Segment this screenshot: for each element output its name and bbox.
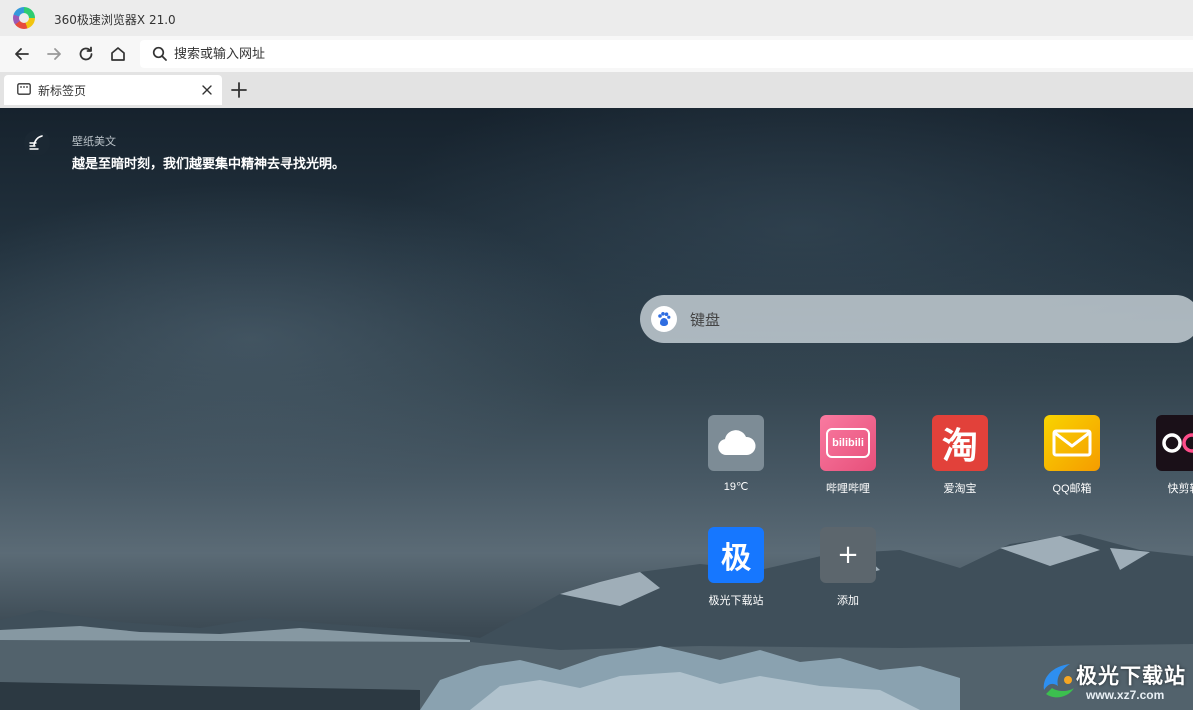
address-bar[interactable] bbox=[140, 40, 1193, 68]
navigation-bar bbox=[0, 36, 1193, 72]
add-glyph: + bbox=[837, 540, 859, 570]
new-tab-button[interactable] bbox=[230, 81, 248, 99]
browser-logo-icon bbox=[13, 7, 35, 29]
new-tab-page: 壁纸美文 越是至暗时刻，我们越要集中精神去寻找光明。 19℃ bilibili … bbox=[0, 108, 1193, 710]
page-search-box[interactable] bbox=[640, 295, 1193, 343]
wallpaper-quote-text: 越是至暗时刻，我们越要集中精神去寻找光明。 bbox=[72, 157, 346, 172]
page-search-input[interactable] bbox=[690, 309, 1170, 331]
cloud-icon bbox=[708, 415, 764, 471]
quill-icon bbox=[29, 135, 43, 150]
back-button[interactable] bbox=[10, 42, 34, 66]
jiguang-icon: 极 bbox=[708, 527, 764, 583]
kuaijianji-icon bbox=[1156, 415, 1193, 471]
taobao-icon: 淘 bbox=[932, 415, 988, 471]
tile-weather[interactable]: 19℃ bbox=[696, 415, 776, 505]
tile-kuaijianji[interactable]: 快剪辑 bbox=[1144, 415, 1193, 505]
mail-icon bbox=[1044, 415, 1100, 471]
tile-label: 快剪辑 bbox=[1167, 483, 1193, 495]
search-icon bbox=[152, 46, 167, 61]
tab-new-tab[interactable]: 新标签页 bbox=[4, 75, 222, 105]
wallpaper-landscape bbox=[0, 534, 1193, 710]
tab-label: 新标签页 bbox=[38, 84, 87, 98]
tile-add[interactable]: + 添加 bbox=[808, 527, 888, 617]
tile-qq-mail[interactable]: QQ邮箱 bbox=[1032, 415, 1112, 505]
tile-label: 哔哩哔哩 bbox=[826, 483, 870, 495]
tile-jiguang[interactable]: 极 极光下载站 bbox=[696, 527, 776, 617]
jiguang-glyph: 极 bbox=[721, 541, 751, 576]
watermark-url: www.xz7.com bbox=[1086, 688, 1165, 702]
watermark-logo-icon bbox=[1043, 664, 1074, 698]
title-bar: 360极速浏览器X 21.0 bbox=[0, 0, 1193, 36]
reload-button[interactable] bbox=[74, 42, 98, 66]
bilibili-icon: bilibili bbox=[820, 415, 876, 471]
window-title: 360极速浏览器X 21.0 bbox=[54, 13, 176, 27]
wallpaper-quote-source: 壁纸美文 bbox=[72, 136, 116, 148]
tab-strip: 新标签页 bbox=[0, 72, 1193, 108]
bilibili-wordmark: bilibili bbox=[826, 428, 870, 458]
wallpaper-quote-button[interactable] bbox=[24, 130, 50, 156]
reload-icon bbox=[79, 46, 93, 61]
tile-label: 添加 bbox=[837, 595, 859, 607]
tile-label: 极光下载站 bbox=[708, 595, 764, 607]
new-tab-page-icon bbox=[17, 83, 31, 95]
watermark-text: 极光下载站 bbox=[1076, 664, 1186, 688]
tile-label: QQ邮箱 bbox=[1052, 483, 1092, 495]
tile-label: 爱淘宝 bbox=[943, 483, 977, 495]
home-button[interactable] bbox=[106, 42, 130, 66]
arrow-right-icon bbox=[47, 48, 61, 60]
tile-taobao[interactable]: 淘 爱淘宝 bbox=[920, 415, 1000, 505]
tile-bilibili[interactable]: bilibili 哔哩哔哩 bbox=[808, 415, 888, 505]
forward-button[interactable] bbox=[42, 42, 66, 66]
tile-label: 19℃ bbox=[723, 481, 749, 493]
add-icon: + bbox=[820, 527, 876, 583]
taobao-glyph: 淘 bbox=[941, 426, 978, 467]
baidu-paw-icon[interactable] bbox=[651, 306, 677, 332]
arrow-left-icon bbox=[15, 48, 29, 60]
watermark: 极光下载站 www.xz7.com bbox=[1040, 656, 1190, 710]
close-icon[interactable] bbox=[200, 83, 214, 97]
address-input[interactable] bbox=[174, 44, 774, 64]
home-icon bbox=[111, 47, 125, 61]
